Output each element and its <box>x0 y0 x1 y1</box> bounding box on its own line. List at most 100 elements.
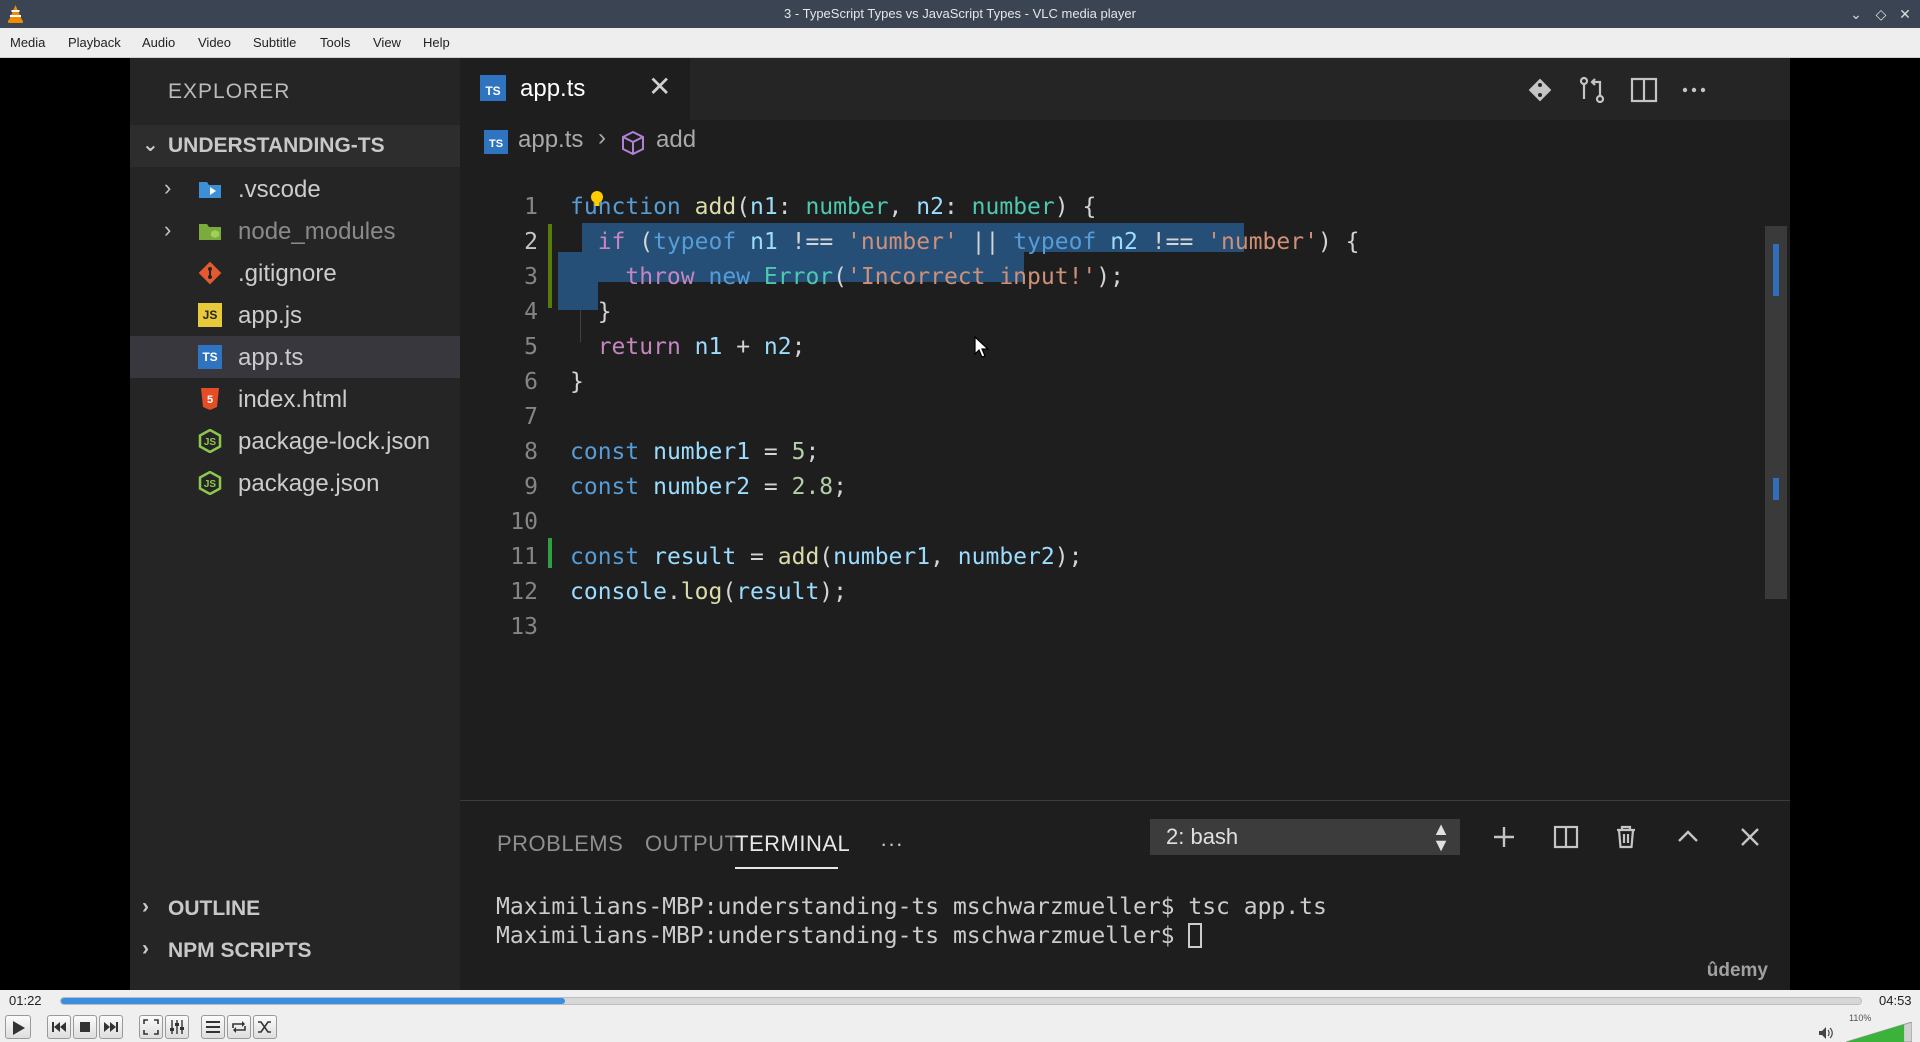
tree-label: app.ts <box>238 344 304 371</box>
playlist-icon <box>206 1021 220 1033</box>
terminal-select: 2: bash ▲ ▼ <box>1150 819 1460 855</box>
gutter-change-marker <box>548 224 552 308</box>
minimize-icon[interactable]: ⌄ <box>1846 4 1866 24</box>
outline-label: OUTLINE <box>168 897 261 920</box>
breadcrumb-file: app.ts <box>518 126 584 153</box>
nodejs-json-icon: JS <box>198 471 222 495</box>
sliders-icon <box>170 1020 184 1034</box>
line-number: 10 <box>510 509 538 535</box>
menu-audio[interactable]: Audio <box>142 35 175 50</box>
breadcrumb-symbol: add <box>656 126 697 153</box>
next-icon <box>104 1022 118 1032</box>
node-folder-icon <box>199 224 221 240</box>
menu-playback[interactable]: Playback <box>68 35 121 50</box>
tree-label: app.js <box>238 302 303 329</box>
code-line: return n1 + n2; <box>597 334 806 360</box>
menu-help[interactable]: Help <box>423 35 450 50</box>
line-number: 8 <box>524 439 538 465</box>
breadcrumb: TS app.ts › add <box>460 120 1790 160</box>
previous-icon <box>52 1022 66 1032</box>
seek-row: 01:22 04:53 <box>0 990 1920 1012</box>
vscode-frame: EXPLORER ⌄ UNDERSTANDING-TS › .vscode › … <box>130 58 1790 990</box>
fullscreen-button[interactable] <box>139 1015 163 1039</box>
chevron-down-icon: ⌄ <box>142 134 159 156</box>
extended-settings-button[interactable] <box>165 1015 189 1039</box>
split-editor-icon <box>1630 77 1658 103</box>
method-cube-icon <box>622 130 644 156</box>
line-number: 3 <box>524 264 538 290</box>
seek-slider[interactable] <box>60 997 1862 1005</box>
tree-label: package.json <box>238 470 380 497</box>
chevron-right-icon: › <box>164 217 172 242</box>
tab-output: OUTPUT <box>645 831 739 856</box>
html5-icon: 5 <box>201 388 219 410</box>
stop-button[interactable] <box>73 1015 97 1039</box>
line-number: 2 <box>524 229 538 255</box>
playlist-button[interactable] <box>201 1015 225 1039</box>
shuffle-icon <box>258 1021 271 1033</box>
speaker-icon[interactable] <box>1818 1026 1834 1040</box>
next-button[interactable] <box>99 1015 123 1039</box>
npm-scripts-section: › NPM SCRIPTS <box>130 929 460 971</box>
stop-icon <box>80 1022 90 1032</box>
panel-more-icon: ··· <box>880 831 904 856</box>
maximize-panel-icon <box>1678 830 1698 842</box>
lightbulb-icon[interactable] <box>590 190 604 208</box>
code-line: } <box>570 299 612 325</box>
menu-tools[interactable]: Tools <box>320 35 350 50</box>
svg-text:JS: JS <box>204 479 217 490</box>
tree-label: .gitignore <box>238 260 337 287</box>
total-time: 04:53 <box>1879 993 1912 1008</box>
menu-subtitle[interactable]: Subtitle <box>253 35 296 50</box>
chevron-right-icon: › <box>598 124 606 151</box>
vscode-folder-icon <box>199 182 221 198</box>
restore-icon[interactable]: ◇ <box>1871 4 1891 24</box>
menu-video[interactable]: Video <box>198 35 231 50</box>
split-terminal-icon <box>1553 825 1579 849</box>
outline-section: › OUTLINE <box>130 887 460 929</box>
fullscreen-icon <box>143 1019 159 1035</box>
svg-text:JS: JS <box>204 437 217 448</box>
menu-bar: Media Playback Audio Video Subtitle Tool… <box>0 28 1920 58</box>
npm-scripts-label: NPM SCRIPTS <box>168 939 312 962</box>
volume-slider[interactable] <box>1846 1022 1912 1042</box>
explorer-sidebar: EXPLORER ⌄ UNDERSTANDING-TS › .vscode › … <box>130 58 460 990</box>
seek-progress <box>61 998 565 1004</box>
chevron-right-icon: › <box>142 895 149 918</box>
tree-folder-node-modules: › node_modules <box>130 210 460 252</box>
play-icon <box>13 1021 25 1035</box>
tab-terminal: TERMINAL <box>735 831 851 856</box>
line-number: 5 <box>524 334 538 360</box>
line-number: 1 <box>524 194 538 220</box>
terminal-output: Maximilians-MBP:understanding-ts mschwar… <box>496 893 1327 951</box>
menu-view[interactable]: View <box>373 35 401 50</box>
typescript-file-icon: TS <box>480 75 506 101</box>
menu-media[interactable]: Media <box>10 35 45 50</box>
code-line: console.log(result); <box>570 579 847 605</box>
loop-button[interactable] <box>227 1015 251 1039</box>
tree-file-package-lock-json: JS package-lock.json <box>130 420 460 462</box>
tree-folder-vscode: › .vscode <box>130 168 460 210</box>
code-line: throw new Error('Incorrect input!'); <box>625 264 1124 290</box>
gutter-change-marker <box>548 538 552 568</box>
code-line: const number2 = 2.8; <box>570 474 847 500</box>
project-name: UNDERSTANDING-TS <box>168 134 385 157</box>
code-editor: 1 2 3 4 5 6 7 8 9 10 11 12 13 function a… <box>460 160 1790 910</box>
play-button[interactable] <box>5 1015 31 1039</box>
code-line: if (typeof n1 !== 'number' || typeof n2 … <box>597 229 1360 255</box>
shuffle-button[interactable] <box>253 1015 277 1039</box>
tree-label: package-lock.json <box>238 428 431 455</box>
volume-control[interactable]: 110% <box>1818 1012 1914 1042</box>
line-number: 9 <box>524 474 538 500</box>
tree-file-app-js: JS app.js <box>130 294 460 336</box>
svg-text:5: 5 <box>207 394 213 406</box>
mouse-cursor-icon <box>974 336 990 358</box>
close-icon[interactable]: ✕ <box>1895 4 1915 24</box>
video-area[interactable]: EXPLORER ⌄ UNDERSTANDING-TS › .vscode › … <box>0 58 1920 990</box>
open-changes-icon <box>1579 76 1605 104</box>
previous-button[interactable] <box>47 1015 71 1039</box>
terminal-panel: PROBLEMS OUTPUT TERMINAL ··· 2: bash ▲ ▼ … <box>460 800 1790 990</box>
nodejs-json-icon: JS <box>198 429 222 453</box>
title-bar: 3 - TypeScript Types vs JavaScript Types… <box>0 0 1920 28</box>
line-number: 11 <box>510 544 538 570</box>
